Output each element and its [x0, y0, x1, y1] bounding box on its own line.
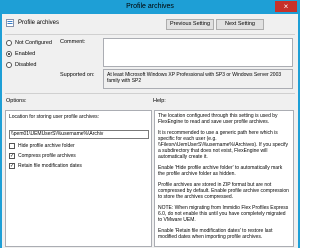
location-label: Location for storing user profile archiv… — [9, 114, 100, 120]
help-paragraph: Profile archives are stored in ZIP forma… — [158, 182, 289, 200]
retain-dates-option[interactable]: ✓ Retain file modification dates — [9, 163, 82, 169]
options-panel: Location for storing user profile archiv… — [5, 110, 152, 247]
help-paragraph: It is recommended to use a generic path … — [158, 130, 289, 160]
help-paragraph: Enable 'Hide profile archive folder' to … — [158, 165, 283, 177]
radio-disabled-circle[interactable] — [6, 62, 12, 68]
location-input[interactable]: \\pem01\UEMUserS\%username%\Archiv — [9, 130, 149, 139]
title-bar[interactable]: Profile archives × — [0, 0, 300, 14]
radio-not-configured-circle[interactable] — [6, 40, 12, 46]
radio-enabled-circle[interactable] — [6, 51, 12, 57]
window: Profile archives × Profile archives Prev… — [0, 0, 300, 248]
next-setting-button[interactable]: Next Setting — [216, 19, 264, 30]
help-paragraph: The location configured through this set… — [158, 113, 278, 125]
hide-folder-label: Hide profile archive folder — [18, 143, 75, 149]
help-panel[interactable]: The location configured through this set… — [154, 110, 294, 247]
setting-title: Profile archives — [18, 20, 60, 26]
comment-label: Comment: — [60, 39, 86, 45]
compress-label: Compress profile archives — [18, 153, 76, 159]
divider — [5, 34, 295, 35]
help-label: Help: — [153, 98, 166, 104]
dialog-client: Profile archives Previous Setting Next S… — [2, 14, 298, 248]
radio-enabled[interactable]: Enabled — [6, 51, 35, 57]
radio-not-configured[interactable]: Not Configured — [6, 40, 52, 46]
divider — [5, 93, 295, 94]
comment-field[interactable] — [103, 38, 293, 67]
previous-setting-button[interactable]: Previous Setting — [166, 19, 214, 30]
close-button[interactable]: × — [275, 1, 297, 12]
help-paragraph: NOTE: When migrating from Immidio Flex P… — [158, 205, 289, 223]
supported-on-label: Supported on: — [60, 72, 95, 78]
hide-folder-checkbox[interactable] — [9, 143, 15, 149]
hide-folder-option[interactable]: Hide profile archive folder — [9, 143, 75, 149]
retain-dates-checkbox[interactable]: ✓ — [9, 163, 15, 169]
radio-disabled-label: Disabled — [15, 62, 37, 68]
help-paragraph: Enable 'Retain file modification dates' … — [158, 228, 273, 240]
supported-on-field: At least Microsoft Windows XP Profession… — [103, 69, 293, 89]
radio-enabled-label: Enabled — [15, 51, 36, 57]
radio-disabled[interactable]: Disabled — [6, 62, 36, 68]
options-label: Options: — [6, 98, 27, 104]
radio-not-configured-label: Not Configured — [15, 40, 52, 46]
compress-option[interactable]: ✓ Compress profile archives — [9, 153, 76, 159]
retain-dates-label: Retain file modification dates — [18, 163, 82, 169]
compress-checkbox[interactable]: ✓ — [9, 153, 15, 159]
window-title: Profile archives — [126, 3, 174, 10]
policy-setting-icon — [6, 19, 14, 27]
